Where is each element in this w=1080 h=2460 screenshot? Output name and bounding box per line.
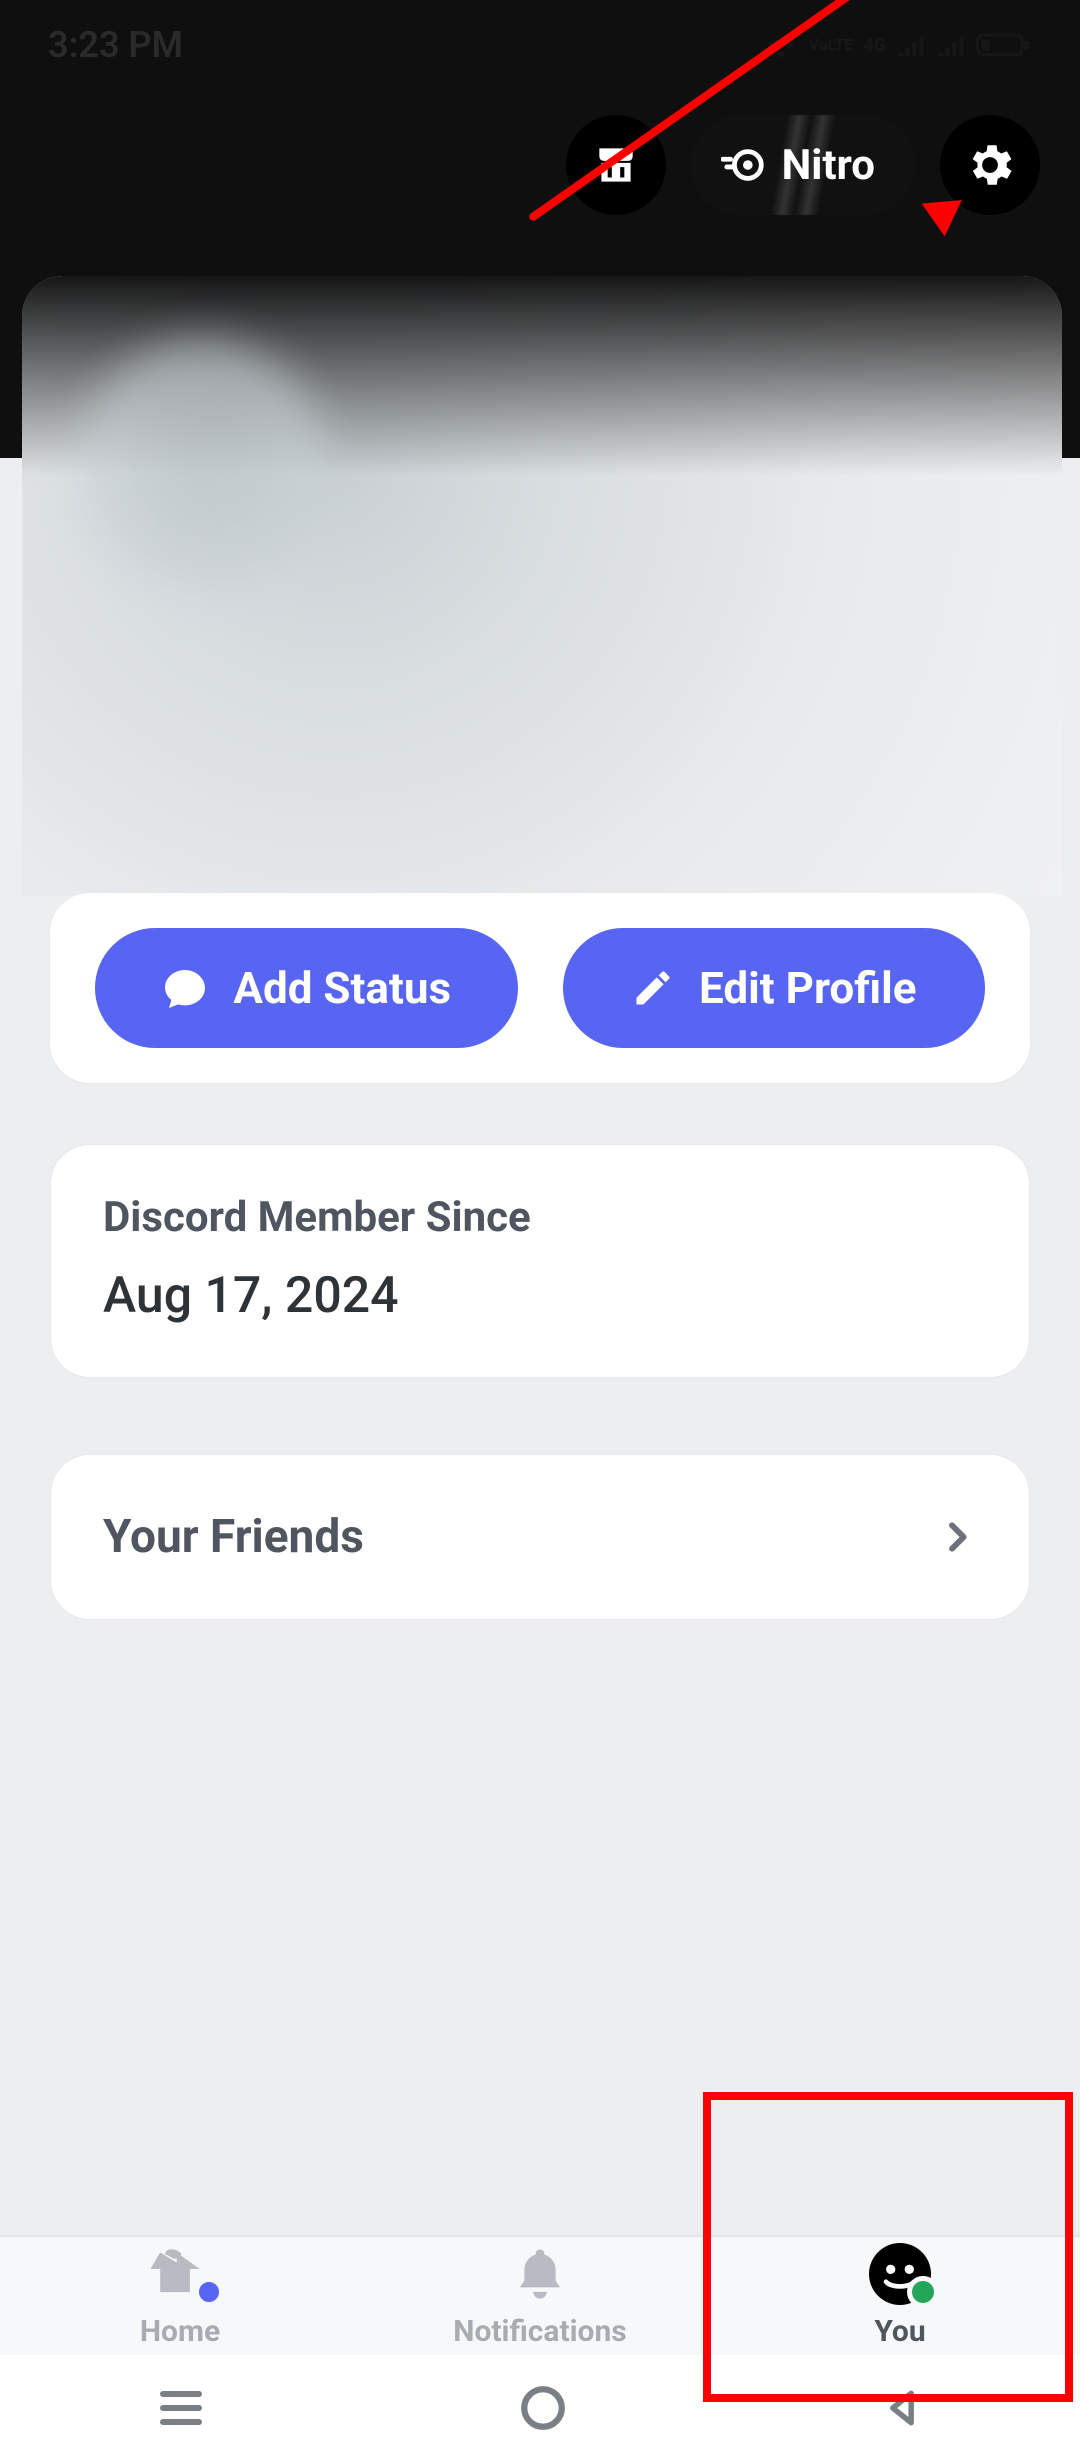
gear-icon	[963, 138, 1017, 192]
header-actions: Nitro	[566, 115, 1040, 215]
recent-apps-button[interactable]	[156, 2388, 206, 2428]
tab-notifications-label: Notifications	[453, 2314, 626, 2349]
profile-action-card: Add Status Edit Profile	[50, 893, 1030, 1083]
tab-home[interactable]: Home	[0, 2237, 360, 2355]
pencil-icon	[631, 966, 675, 1010]
tab-notifications[interactable]: Notifications	[360, 2237, 720, 2355]
annotation-highlight-box	[703, 2092, 1073, 2402]
tab-home-label: Home	[140, 2314, 220, 2349]
your-friends-label: Your Friends	[103, 1510, 364, 1564]
your-friends-row[interactable]: Your Friends	[50, 1454, 1030, 1620]
network-4g-icon: 4G	[863, 35, 886, 56]
status-bar: 3:23 PM VoLTE 4G	[0, 0, 1080, 90]
member-since-label: Discord Member Since	[103, 1193, 977, 1242]
signal-icon-2	[936, 34, 966, 56]
edit-profile-label: Edit Profile	[699, 962, 916, 1014]
notification-dot	[195, 2278, 223, 2306]
status-icons: VoLTE 4G	[764, 31, 1032, 59]
status-time: 3:23 PM	[48, 24, 183, 66]
battery-icon	[976, 31, 1032, 59]
member-since-value: Aug 17, 2024	[103, 1267, 977, 1325]
volte-icon: VoLTE	[808, 37, 853, 53]
bell-icon	[512, 2245, 568, 2303]
edit-profile-button[interactable]: Edit Profile	[563, 928, 986, 1048]
chat-bubble-icon	[161, 964, 209, 1012]
nitro-label: Nitro	[782, 141, 875, 190]
add-status-button[interactable]: Add Status	[95, 928, 518, 1048]
nitro-button[interactable]: Nitro	[691, 115, 915, 215]
chevron-right-icon	[937, 1517, 977, 1557]
avatar	[72, 336, 332, 596]
profile-banner	[22, 276, 1062, 896]
nitro-icon	[721, 142, 767, 188]
member-since-card: Discord Member Since Aug 17, 2024	[50, 1144, 1030, 1378]
add-status-label: Add Status	[233, 962, 451, 1014]
home-button[interactable]	[518, 2383, 568, 2433]
signal-icon	[896, 34, 926, 56]
